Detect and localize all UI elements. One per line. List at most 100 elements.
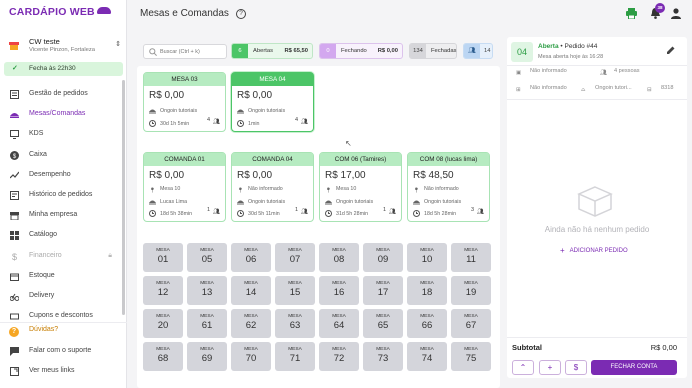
add-item-button[interactable]: + [539,360,561,375]
table-tile[interactable]: MESA 65 [363,309,403,338]
filter-closing[interactable]: 0 Fechando R$ 0,00 [319,43,403,59]
table-tile[interactable]: MESA 72 [319,342,359,371]
pin-icon: 📍︎ [149,188,156,194]
order-people[interactable]: 👥︎ 4 pessoas [600,68,640,77]
store-status-banner[interactable]: ✓ Fecha às 22h30 [4,62,123,76]
table-tile[interactable]: MESA 63 [275,309,315,338]
stock-icon [10,273,19,281]
table-tile[interactable]: MESA 19 [451,276,491,305]
table-tile[interactable]: MESA 62 [231,309,271,338]
table-tile[interactable]: MESA 01 [143,243,183,272]
tab-card-comanda-04[interactable]: COMANDA 04 R$ 0,00 📍︎ Não informado Ongoi… [231,152,314,222]
pencil-icon[interactable] [667,46,675,54]
table-tile[interactable]: MESA 69 [187,342,227,371]
nav-item-gestao[interactable]: Gestão de pedidos [0,87,122,107]
table-tile[interactable]: MESA 07 [275,243,315,272]
collapse-button[interactable]: ⌃ [512,360,534,375]
orders-icon [10,90,19,99]
table-tile[interactable]: MESA 13 [187,276,227,305]
search-box[interactable] [143,44,227,59]
close-bill-button[interactable]: FECHAR CONTA [591,360,677,375]
order-location-text: Não informado [530,85,567,91]
order-opened-at: Mesa aberta hoje às 16:28 [538,54,604,60]
tile-label: MESA [376,281,390,286]
table-tile[interactable]: MESA 17 [363,276,403,305]
table-tile[interactable]: MESA 16 [319,276,359,305]
tab-card-com-08[interactable]: COM 08 (lucas lima) R$ 48,50 📍︎ Não infor… [407,152,490,222]
table-tile[interactable]: MESA 66 [407,309,447,338]
nav-item-kds[interactable]: KDS [0,127,122,147]
tile-number: 18 [421,287,433,298]
table-tile[interactable]: MESA 73 [363,342,403,371]
order-waiter[interactable]: ⌓ Ongoin tutori... [581,85,632,94]
tile-label: MESA [288,347,302,352]
order-customer[interactable]: ▣ Não informado [516,68,567,77]
tile-label: MESA [200,248,214,253]
filter-closed[interactable]: 134 Fechadas [409,43,457,59]
search-input[interactable] [160,47,224,57]
filter-people[interactable]: 👥︎ 14 [463,43,493,59]
nav-item-duvidas[interactable]: ? Dúvidas? [0,323,127,344]
people-icon: 👥︎ [301,119,308,125]
table-tile[interactable]: MESA 12 [143,276,183,305]
nav-item-links[interactable]: Ver meus links [0,364,127,385]
printer-icon[interactable] [626,8,637,19]
table-tile[interactable]: MESA 18 [407,276,447,305]
nav-item-delivery[interactable]: Delivery [0,289,122,309]
people-icon: 👥︎ [213,209,220,215]
table-tile[interactable]: MESA 75 [451,342,491,371]
store-address: Vicente Pinzon, Fortaleza [29,47,95,53]
table-tile[interactable]: MESA 05 [187,243,227,272]
table-tile[interactable]: MESA 68 [143,342,183,371]
nav-item-empresa[interactable]: Minha empresa [0,208,122,228]
user-icon[interactable] [671,8,681,19]
tab-card-com-06[interactable]: COM 06 (Tamires) R$ 17,00 📍︎ Mesa 10 Ongo… [319,152,402,222]
nav-item-desempenho[interactable]: Desempenho [0,168,122,188]
tab-card-comanda-01[interactable]: COMANDA 01 R$ 0,00 📍︎ Mesa 10 Lucas Lima … [143,152,226,222]
order-number: • Pedido #44 [560,43,598,50]
clock-icon [413,210,420,217]
table-tile[interactable]: MESA 67 [451,309,491,338]
logo[interactable]: CARDÁPIO WEB [9,6,111,18]
help-circle-icon[interactable]: ? [236,9,246,19]
nav-item-suporte[interactable]: Falar com o suporte [0,344,127,365]
table-tile[interactable]: MESA 71 [275,342,315,371]
table-tile[interactable]: MESA 15 [275,276,315,305]
nav-item-financeiro[interactable]: $ Financeiro 🔒︎ [0,249,122,269]
tile-label: MESA [420,248,434,253]
table-tile[interactable]: MESA 70 [231,342,271,371]
notification-badge: 38 [655,3,665,13]
table-tile[interactable]: MESA 61 [187,309,227,338]
add-order-button[interactable]: + ADICIONAR PEDIDO [560,246,628,255]
nav-item-estoque[interactable]: Estoque [0,269,122,289]
table-tile[interactable]: MESA 64 [319,309,359,338]
table-card-mesa-03[interactable]: MESA 03 R$ 0,00 Ongoin tutoriais 30d 1h … [143,72,226,132]
payment-button[interactable]: $ [565,360,587,375]
table-tile[interactable]: MESA 08 [319,243,359,272]
filter-open[interactable]: 6 Abertas R$ 65,50 [231,43,313,59]
order-location[interactable]: ⊞ Não informado [516,85,567,94]
chevron-updown-icon: ⇕ [115,41,121,48]
table-tile[interactable]: MESA 10 [407,243,447,272]
people-count: 14 [484,48,491,54]
table-tile[interactable]: MESA 74 [407,342,447,371]
closes-text: Fecha às 22h30 [29,65,76,72]
order-panel: 04 Aberta • Pedido #44 Mesa aberta hoje … [507,37,687,378]
nav-item-caixa[interactable]: $ Caixa [0,148,122,168]
tile-number: 67 [465,320,477,331]
table-tile[interactable]: MESA 06 [231,243,271,272]
sidebar-scrollbar[interactable] [122,80,125,315]
table-card-mesa-04[interactable]: MESA 04 R$ 0,00 Ongoin tutoriais 1min 4 👥… [231,72,314,132]
logo-text: CARDÁPIO WEB [9,6,95,18]
table-tile[interactable]: MESA 20 [143,309,183,338]
table-tile[interactable]: MESA 14 [231,276,271,305]
table-tile[interactable]: MESA 11 [451,243,491,272]
table-tile[interactable]: MESA 09 [363,243,403,272]
nav-item-mesas[interactable]: Mesas/Comandas [0,107,122,127]
nav-item-catalogo[interactable]: Catálogo [0,228,122,248]
card-waiter-text: Ongoin tutoriais [248,108,286,114]
card-time-text: 18d 5h 38min [160,211,193,217]
store-selector[interactable]: CW teste Vicente Pinzon, Fortaleza ⇕ [9,37,121,57]
nav-item-historico[interactable]: Histórico de pedidos [0,188,122,208]
tile-label: MESA [288,281,302,286]
